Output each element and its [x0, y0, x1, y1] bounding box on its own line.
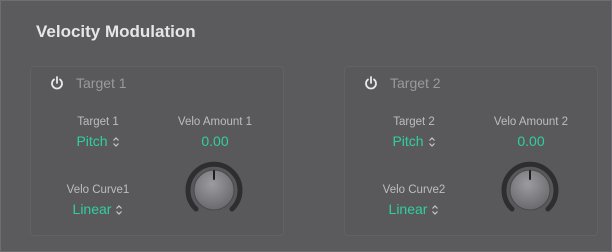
target-2-select[interactable]: Pitch	[366, 133, 462, 149]
target-2-title: Target 2	[390, 75, 441, 91]
target-2-panel: Target 2 Target 2 Pitch Velo Amount 2 0.…	[344, 66, 598, 236]
target-2-value: Pitch	[392, 133, 424, 149]
power-icon[interactable]	[50, 76, 64, 90]
target-1-title: Target 1	[76, 75, 127, 91]
target-1-panel: Target 1 Target 1 Pitch Velo Amount 1 0.…	[30, 66, 284, 236]
velo-curve-1-value: Linear	[72, 201, 112, 217]
target-1-select[interactable]: Pitch	[50, 133, 146, 149]
velo-amount-1-knob[interactable]	[184, 160, 244, 220]
chevron-up-down-icon	[112, 137, 119, 148]
target-1-label: Target 1	[77, 116, 119, 128]
velo-amount-2-label: Velo Amount 2	[493, 116, 569, 128]
chevron-up-down-icon	[432, 205, 439, 216]
chevron-up-down-icon	[116, 205, 123, 216]
velo-curve-1-select[interactable]: Linear	[48, 201, 148, 217]
chevron-up-down-icon	[428, 137, 435, 148]
velo-amount-2-value[interactable]: 0.00	[476, 133, 586, 149]
velo-amount-2-knob[interactable]	[500, 160, 560, 220]
velo-amount-1-value[interactable]: 0.00	[160, 133, 270, 149]
velo-amount-1-label: Velo Amount 1	[177, 116, 253, 128]
power-icon[interactable]	[364, 76, 378, 90]
velo-curve-2-value: Linear	[388, 201, 428, 217]
velo-curve-2-select[interactable]: Linear	[364, 201, 464, 217]
target-1-value: Pitch	[76, 133, 108, 149]
velo-curve-2-label: Velo Curve2	[382, 184, 446, 196]
section-title: Velocity Modulation	[36, 22, 196, 41]
target-2-label: Target 2	[393, 116, 435, 128]
velo-curve-1-label: Velo Curve1	[66, 184, 130, 196]
